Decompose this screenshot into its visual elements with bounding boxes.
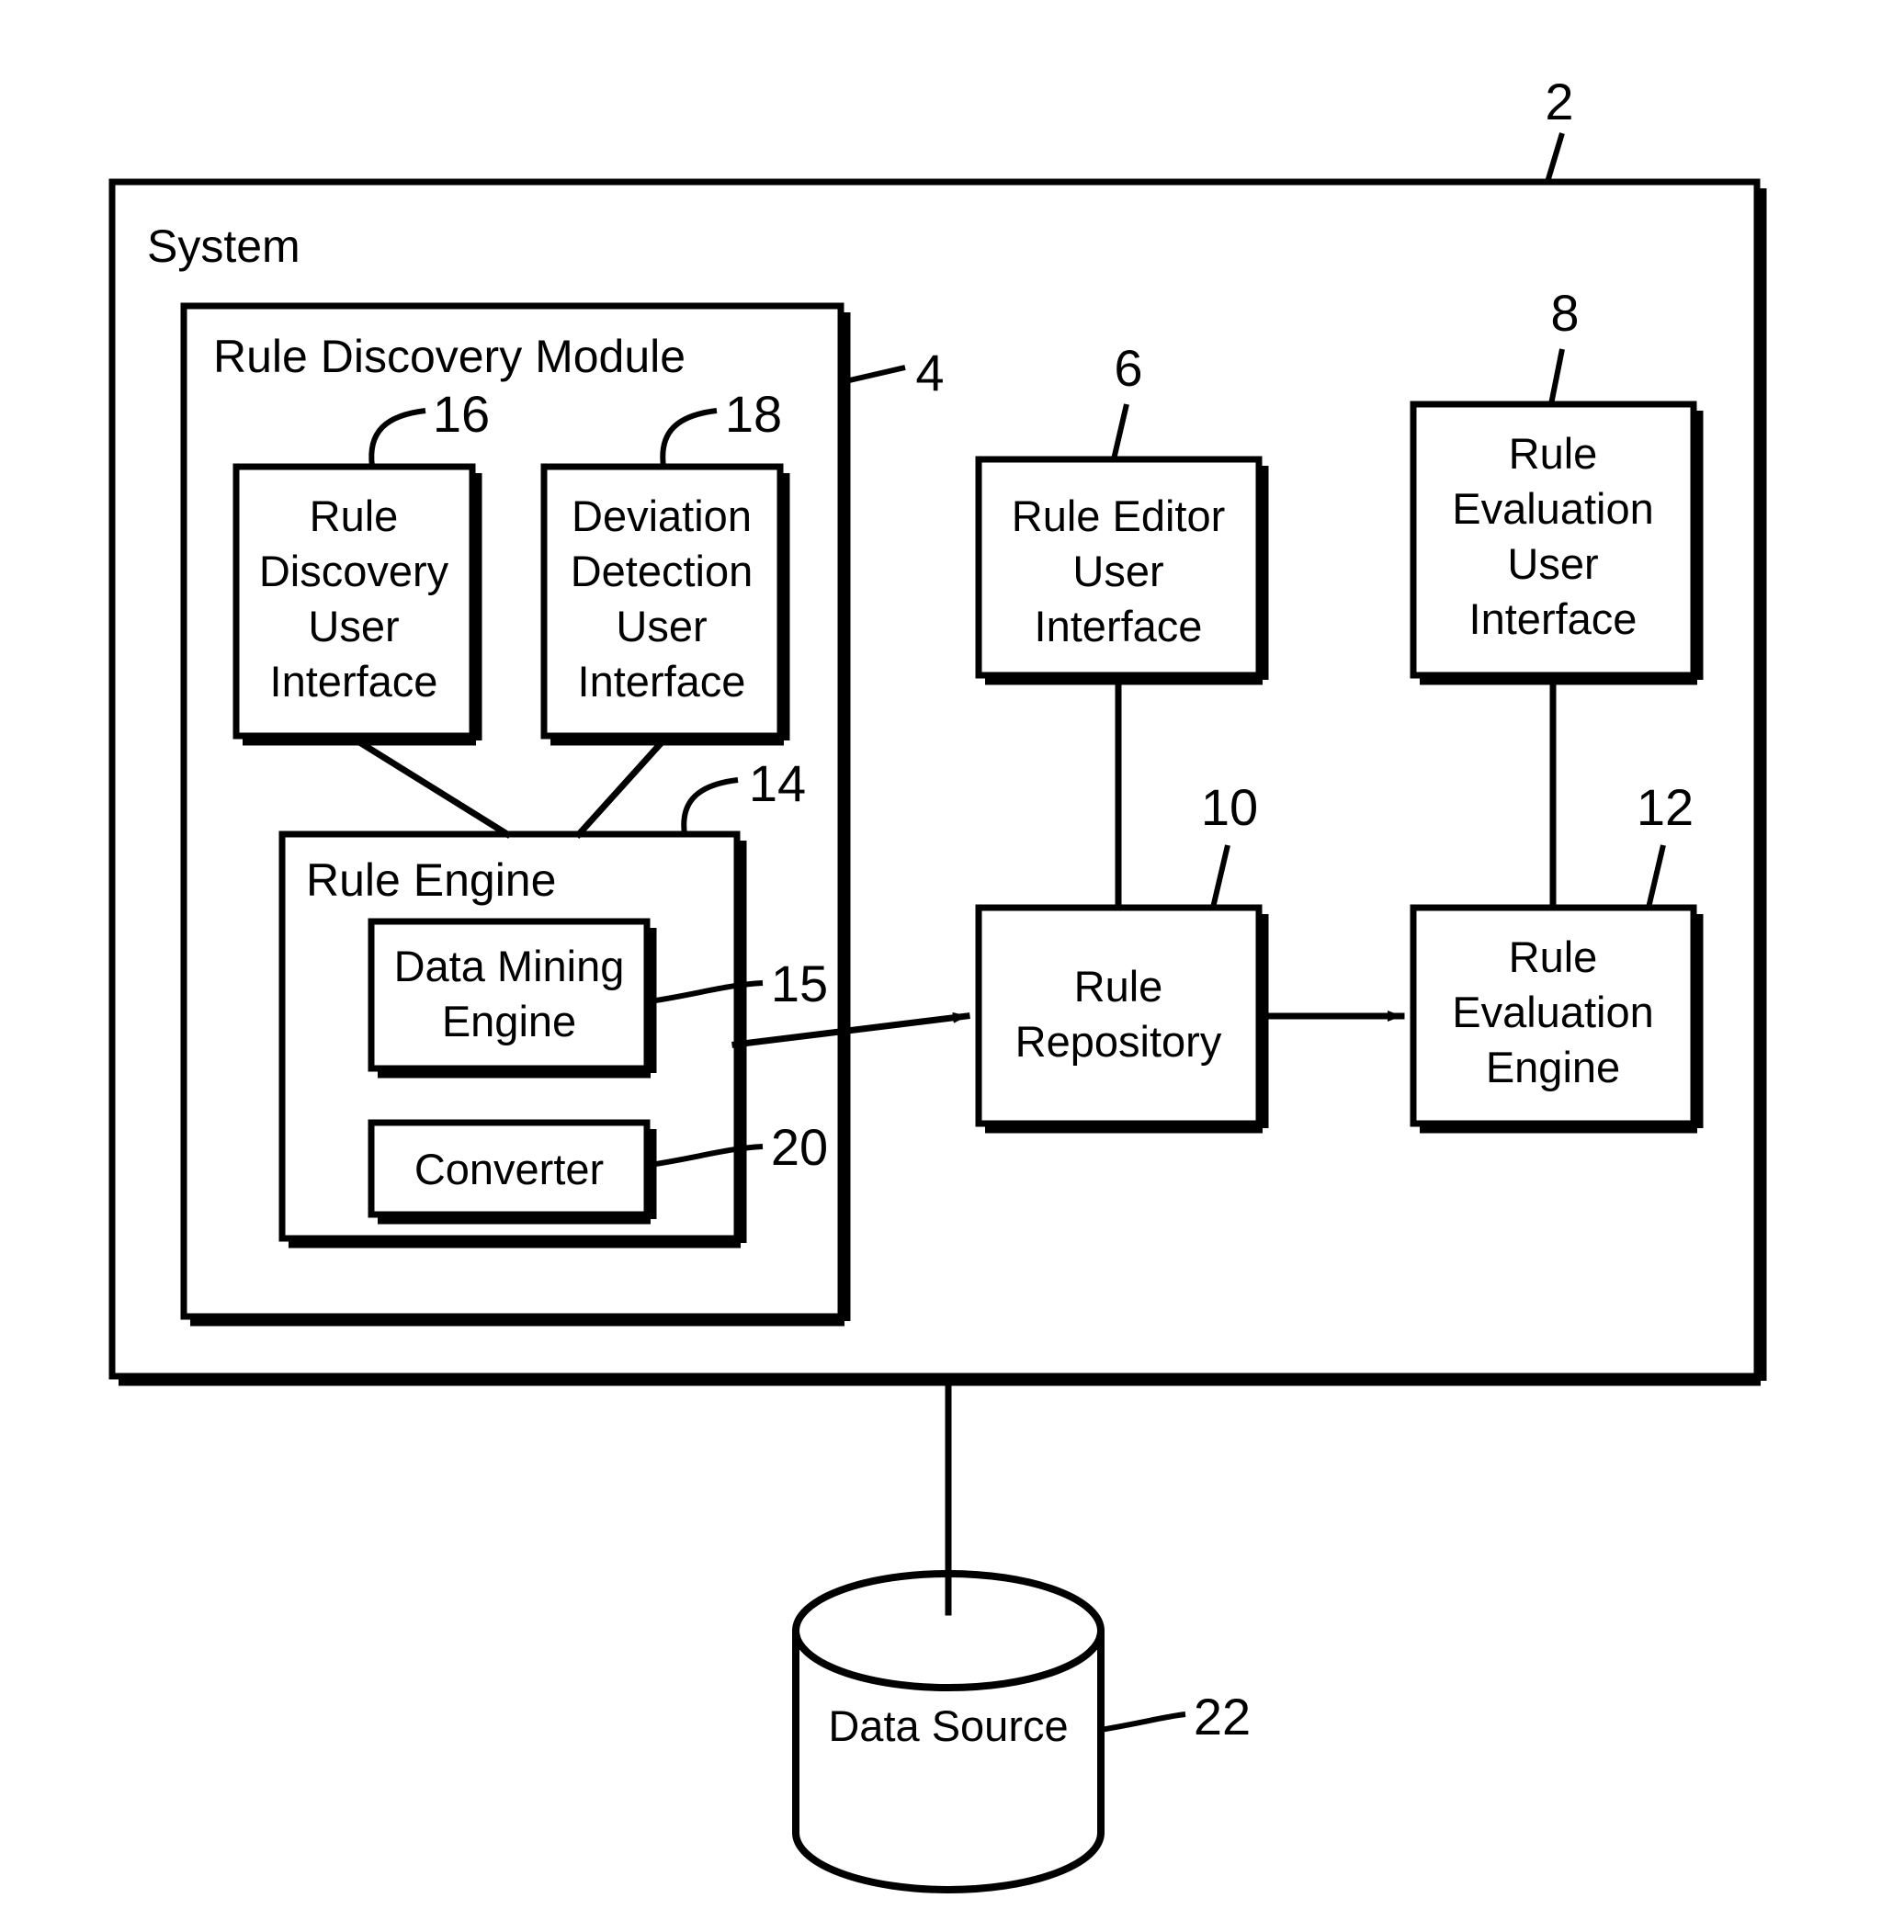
rule-evaluation-engine-line-1: Evaluation	[1452, 988, 1654, 1036]
rule-repository-fill	[979, 908, 1259, 1124]
ref-20-numeral: 20	[771, 1118, 828, 1176]
figure-root: System 2 Rule Discovery Module 4 Rule Di…	[0, 0, 1904, 1932]
data-source-cylinder[interactable]: Data Source	[792, 1570, 1105, 1893]
rule-evaluation-ui-block[interactable]: Rule Evaluation User Interface	[1410, 401, 1704, 685]
rule-evaluation-ui-line-2: User	[1507, 539, 1598, 588]
deviation-detection-ui-block[interactable]: Deviation Detection User Interface	[540, 463, 790, 746]
deviation-detection-ui-line-0: Deviation	[572, 491, 752, 540]
ref-4-numeral: 4	[915, 344, 944, 401]
rule-editor-ui-line-2: Interface	[1035, 602, 1203, 650]
ref-12-numeral: 12	[1637, 778, 1694, 836]
rule-discovery-ui-line-2: User	[308, 602, 399, 650]
converter-block[interactable]: Converter	[368, 1119, 657, 1225]
rule-editor-ui-line-1: User	[1072, 547, 1163, 595]
ref-2-leader-line	[1545, 132, 1565, 183]
rule-evaluation-ui-line-3: Interface	[1469, 594, 1638, 643]
ref-2-group: 2	[1545, 73, 1574, 183]
rule-editor-ui-line-0: Rule Editor	[1012, 491, 1226, 540]
data-mining-engine-line-0: Data Mining	[394, 942, 625, 990]
converter-line-0: Converter	[414, 1145, 604, 1193]
ref-16-numeral: 16	[433, 385, 490, 443]
rule-repository-line-1: Repository	[1015, 1017, 1222, 1066]
deviation-detection-ui-line-3: Interface	[578, 657, 746, 706]
data-mining-engine-line-1: Engine	[442, 997, 576, 1045]
data-mining-engine-block[interactable]: Data Mining Engine	[368, 918, 657, 1079]
ref-8-numeral: 8	[1550, 284, 1579, 342]
rule-evaluation-ui-line-0: Rule	[1509, 429, 1598, 478]
rule-evaluation-engine-block[interactable]: Rule Evaluation Engine	[1410, 904, 1704, 1134]
deviation-detection-ui-line-2: User	[616, 602, 707, 650]
ref-6-numeral: 6	[1114, 339, 1142, 397]
ref-10-numeral: 10	[1201, 778, 1258, 836]
rule-discovery-ui-block[interactable]: Rule Discovery User Interface	[232, 463, 482, 746]
system-label: System	[147, 220, 300, 272]
ref-22-group: 22	[1099, 1688, 1251, 1746]
rule-evaluation-ui-line-1: Evaluation	[1452, 484, 1654, 533]
rule-repository-line-0: Rule	[1074, 962, 1163, 1011]
rule-discovery-ui-line-0: Rule	[310, 491, 399, 540]
ref-14-numeral: 14	[749, 754, 806, 812]
rule-discovery-ui-line-3: Interface	[270, 657, 438, 706]
block-diagram-svg: System 2 Rule Discovery Module 4 Rule Di…	[108, 73, 1767, 1893]
data-source-label: Data Source	[828, 1701, 1068, 1750]
ref-2-numeral: 2	[1545, 73, 1573, 130]
rule-discovery-module-label: Rule Discovery Module	[213, 331, 686, 382]
ref-22-numeral: 22	[1194, 1688, 1251, 1746]
rule-editor-ui-block[interactable]: Rule Editor User Interface	[975, 456, 1269, 685]
ref-22-leader-line	[1099, 1712, 1186, 1733]
ref-15-numeral: 15	[771, 955, 828, 1012]
rule-evaluation-engine-line-2: Engine	[1486, 1043, 1620, 1091]
rule-repository-block[interactable]: Rule Repository	[975, 904, 1269, 1134]
rule-engine-label: Rule Engine	[306, 854, 556, 906]
deviation-detection-ui-line-1: Detection	[571, 547, 754, 595]
rule-evaluation-engine-line-0: Rule	[1509, 932, 1598, 981]
ref-18-numeral: 18	[725, 385, 782, 443]
rule-discovery-ui-line-1: Discovery	[259, 547, 449, 595]
